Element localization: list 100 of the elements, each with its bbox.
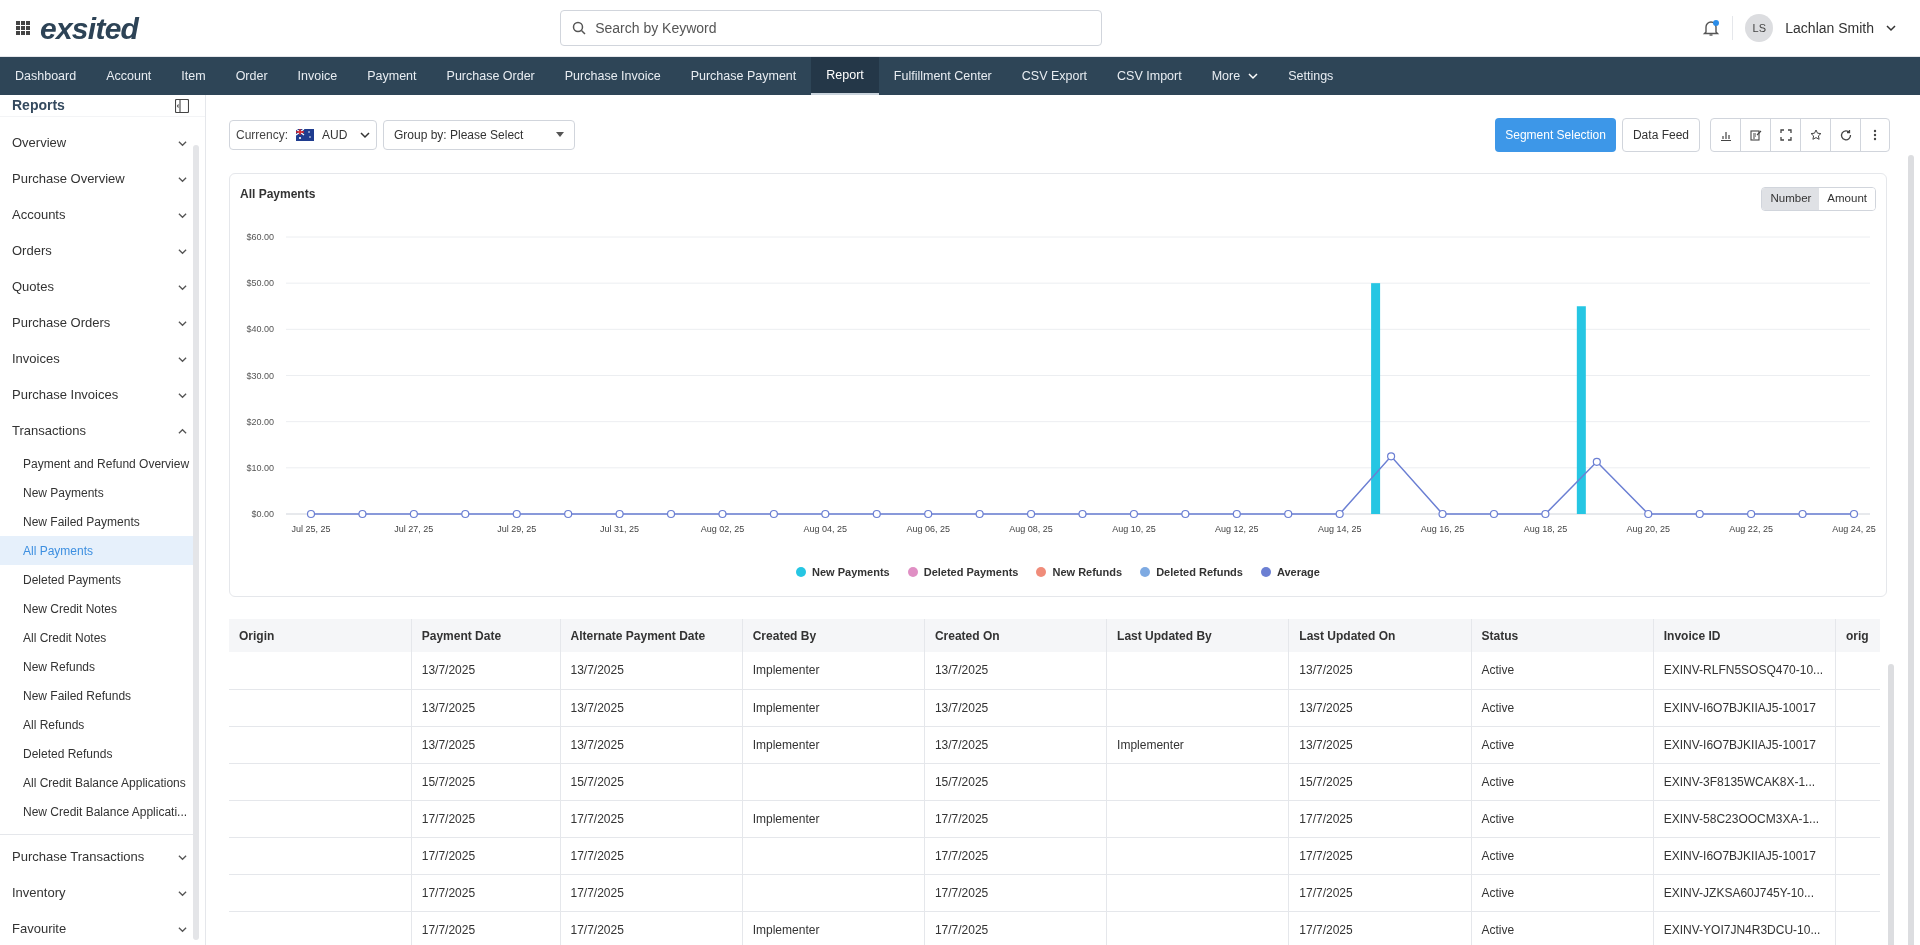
table-cell: 17/7/2025 (1299, 848, 1353, 863)
sidebar-subitem[interactable]: New Payments (0, 478, 195, 507)
chevron-down-icon (1248, 71, 1259, 81)
column-header[interactable]: Last Updated By (1117, 628, 1212, 643)
nav-tab[interactable]: Purchase Order (431, 57, 550, 95)
sidebar-item[interactable]: Orders (0, 233, 195, 269)
table-cell: Active (1481, 663, 1515, 678)
chevron-down-icon (178, 174, 187, 184)
sidebar-item[interactable]: Transactions (0, 413, 195, 449)
column-header[interactable]: Invoice ID (1663, 628, 1721, 643)
nav-tab[interactable]: Order (220, 57, 283, 95)
chevron-down-icon (178, 354, 187, 364)
sidebar-subitem[interactable]: New Credit Balance Applicati... (0, 797, 195, 826)
sidebar-item[interactable]: Inventory (0, 875, 195, 911)
scrollbar[interactable] (1888, 664, 1894, 945)
nav-tab[interactable]: CSV Export (1006, 57, 1103, 95)
sidebar-subitem[interactable]: Deleted Payments (0, 565, 195, 594)
nav-tab[interactable]: Purchase Invoice (549, 57, 676, 95)
sidebar-subitem[interactable]: All Refunds (0, 710, 195, 739)
legend-label[interactable]: New Refunds (1052, 564, 1123, 581)
sidebar-subitem[interactable]: New Credit Notes (0, 594, 195, 623)
user-avatar[interactable]: LS (1745, 14, 1774, 42)
scrollbar[interactable] (193, 145, 199, 940)
data-feed-button[interactable]: Data Feed (1621, 117, 1700, 152)
sidebar-subitem[interactable]: Payment and Refund Overview (0, 449, 195, 478)
sidebar-subitem[interactable]: All Credit Notes (0, 623, 195, 652)
legend-label[interactable]: Deleted Refunds (1156, 564, 1243, 581)
sidebar-item[interactable]: Purchase Orders (0, 305, 195, 341)
table-cell: 17/7/2025 (570, 811, 624, 826)
currency-dropdown[interactable]: Currency: AUD (229, 119, 377, 150)
sidebar-item[interactable]: Invoices (0, 341, 195, 377)
chevron-down-icon[interactable] (1886, 23, 1896, 33)
sidebar-subitem[interactable]: New Refunds (0, 652, 195, 681)
column-header[interactable]: Status (1481, 628, 1519, 643)
table-cell: 17/7/2025 (934, 811, 989, 826)
legend-label[interactable]: New Payments (812, 564, 890, 581)
app-grid-icon[interactable] (16, 21, 30, 35)
column-header[interactable]: Payment Date (421, 628, 502, 643)
point (1129, 509, 1139, 519)
point (564, 509, 573, 519)
nav-tab[interactable]: Invoice (282, 57, 353, 95)
column-header[interactable]: Created On (934, 628, 1000, 643)
nav-tab[interactable]: Report (811, 57, 879, 95)
table-cell: EXINV-I6O7BJKIIAJ5-10017 (1663, 737, 1816, 752)
sidebar-item[interactable]: Quotes (0, 269, 195, 305)
point (512, 509, 521, 519)
nav-tab[interactable]: CSV Import (1102, 57, 1197, 95)
nav-tab[interactable]: Dashboard (0, 57, 92, 95)
collapse-sidebar-icon[interactable] (175, 98, 189, 113)
table-cell: 13/7/2025 (934, 700, 989, 715)
scrollbar[interactable] (1908, 155, 1914, 945)
table-cell: 13/7/2025 (1299, 700, 1353, 715)
chevron-down-icon (178, 924, 187, 934)
sidebar-subitem[interactable]: All Credit Balance Applications (0, 768, 195, 797)
point (924, 509, 933, 519)
point (975, 509, 984, 519)
logo[interactable]: exsited (40, 5, 139, 51)
column-header[interactable]: Last Updated On (1299, 628, 1396, 643)
search-field[interactable]: Search by Keyword (560, 10, 1103, 46)
sidebar-subitem[interactable]: New Failed Payments (0, 507, 195, 536)
notification-bell-icon[interactable] (1702, 19, 1721, 37)
column-header[interactable]: Alternate Payment Date (570, 628, 706, 643)
table-cell: 17/7/2025 (421, 922, 476, 937)
toggle-option[interactable]: Number (1762, 188, 1820, 210)
legend-label[interactable]: Deleted Payments (923, 564, 1019, 581)
nav-tab[interactable]: Payment (352, 57, 432, 95)
nav-menu[interactable]: More (1196, 57, 1274, 95)
point (769, 509, 778, 519)
sidebar-item[interactable]: Purchase Transactions (0, 839, 195, 875)
table-cell: 17/7/2025 (1299, 885, 1353, 900)
point (1541, 509, 1550, 519)
group-by-dropdown[interactable]: Group by: Please Select (383, 119, 575, 150)
nav-tab[interactable]: Account (91, 57, 167, 95)
table-cell: 13/7/2025 (421, 663, 476, 678)
x-axis-label: Jul 31, 25 (600, 524, 640, 534)
column-header[interactable]: orig (1845, 628, 1869, 643)
table-cell: 13/7/2025 (421, 700, 476, 715)
point (1747, 509, 1756, 519)
nav-tab[interactable]: Fulfillment Center (878, 57, 1007, 95)
chevron-down-icon (178, 138, 187, 148)
nav-tab[interactable]: Item (166, 57, 221, 95)
column-header[interactable]: Created By (752, 628, 817, 643)
point (1078, 509, 1087, 519)
sidebar-item[interactable]: Purchase Overview (0, 161, 195, 197)
x-axis-label: Jul 29, 25 (497, 524, 537, 534)
sidebar-item[interactable]: Purchase Invoices (0, 377, 195, 413)
point (306, 509, 316, 519)
user-name[interactable]: Lachlan Smith (1785, 17, 1874, 39)
sidebar-item[interactable]: Accounts (0, 197, 195, 233)
table-cell: 15/7/2025 (570, 774, 624, 789)
sidebar-item[interactable]: Overview (0, 125, 195, 161)
table-cell: 17/7/2025 (1299, 922, 1353, 937)
x-axis-label: Aug 22, 25 (1729, 524, 1773, 534)
sidebar-subitem[interactable]: Deleted Refunds (0, 739, 195, 768)
nav-tab[interactable]: Purchase Payment (675, 57, 812, 95)
legend-label[interactable]: Average (1276, 564, 1320, 581)
nav-tab[interactable]: Settings (1273, 57, 1349, 95)
sidebar-subitem[interactable]: New Failed Refunds (0, 681, 195, 710)
column-header[interactable]: Origin (239, 628, 275, 643)
sidebar-item[interactable]: Favourite (0, 911, 195, 945)
